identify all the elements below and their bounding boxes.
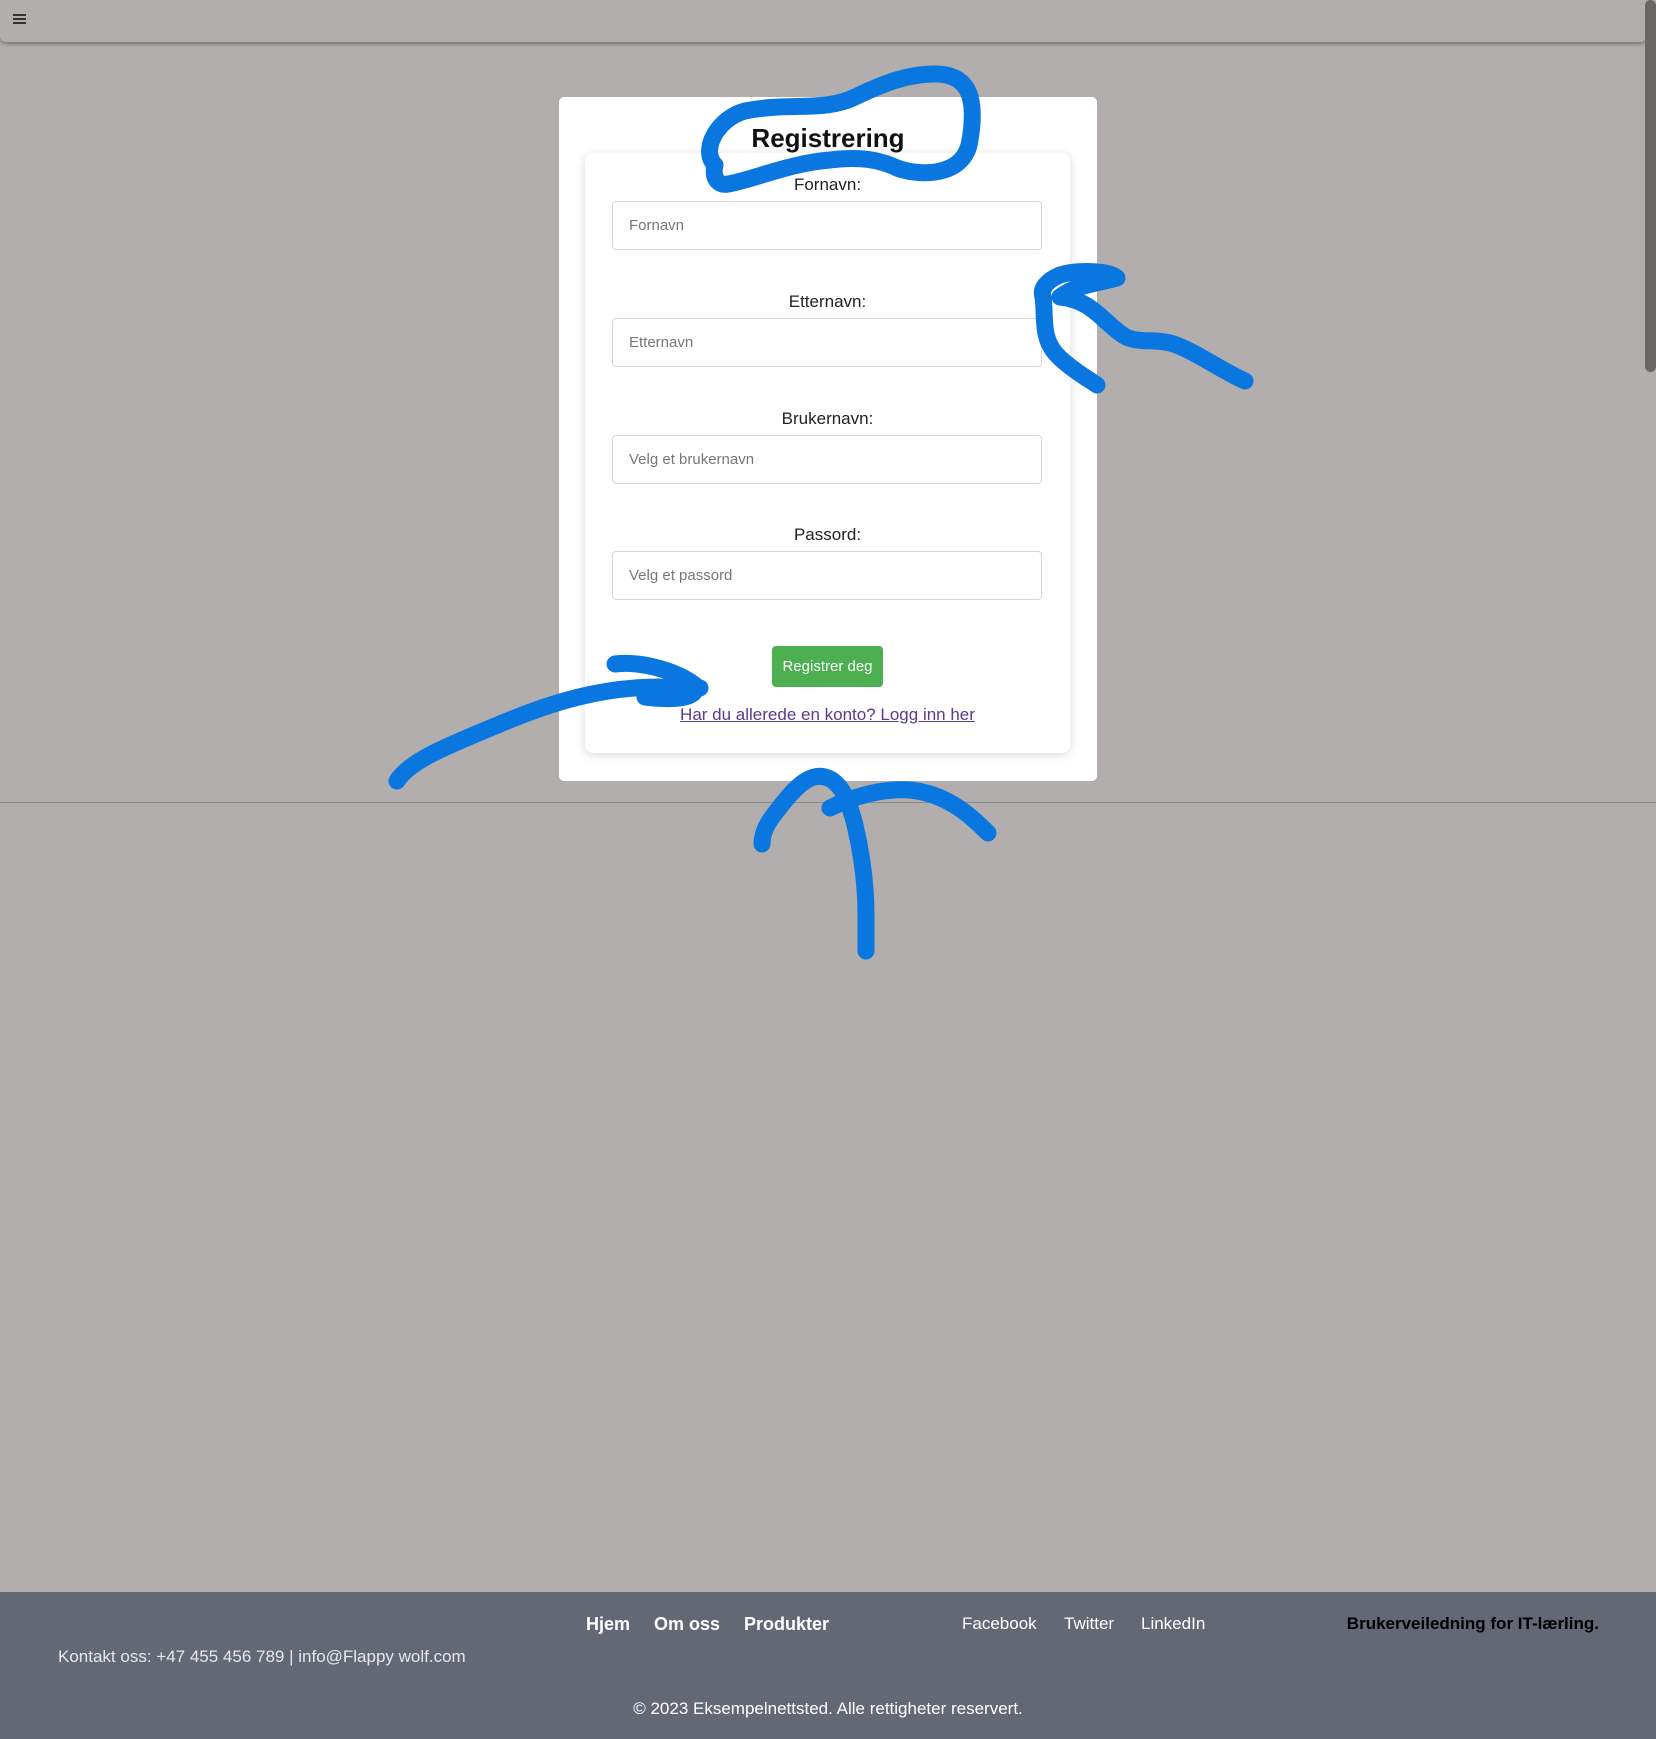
footer-link-facebook[interactable]: Facebook <box>962 1614 1037 1634</box>
content-divider <box>0 802 1656 803</box>
footer-copyright: © 2023 Eksempelnettsted. Alle rettighete… <box>633 1699 1023 1718</box>
registration-card: Registrering Fornavn: Etternavn: Brukern… <box>559 97 1097 781</box>
username-field[interactable] <box>612 435 1042 484</box>
first-name-label: Fornavn: <box>793 175 862 194</box>
login-link[interactable]: Har du allerede en konto? Logg inn her <box>585 705 1070 725</box>
footer-link-linkedin[interactable]: LinkedIn <box>1141 1614 1205 1634</box>
register-button[interactable]: Registrer deg <box>772 646 883 687</box>
password-label: Passord: <box>793 525 862 544</box>
scrollbar[interactable] <box>1645 0 1656 372</box>
hamburger-menu-icon[interactable] <box>13 14 26 24</box>
footer-contact: Kontakt oss: +47 455 456 789 | info@Flap… <box>58 1647 466 1666</box>
footer-link-about[interactable]: Om oss <box>654 1614 720 1635</box>
last-name-field[interactable] <box>612 318 1042 367</box>
footer-link-home[interactable]: Hjem <box>586 1614 630 1635</box>
registration-form: Fornavn: Etternavn: Brukernavn: Passord:… <box>585 153 1070 753</box>
page-title: Registrering <box>751 123 905 153</box>
top-bar <box>0 0 1646 42</box>
password-field[interactable] <box>612 551 1042 600</box>
site-footer: Hjem Om oss Produkter Facebook Twitter L… <box>0 1592 1656 1739</box>
footer-link-products[interactable]: Produkter <box>744 1614 829 1635</box>
footer-user-guide-link[interactable]: Brukerveiledning for IT-lærling. <box>1347 1614 1599 1634</box>
last-name-label: Etternavn: <box>788 292 867 311</box>
first-name-field[interactable] <box>612 201 1042 250</box>
username-label: Brukernavn: <box>781 409 874 428</box>
footer-link-twitter[interactable]: Twitter <box>1064 1614 1114 1634</box>
